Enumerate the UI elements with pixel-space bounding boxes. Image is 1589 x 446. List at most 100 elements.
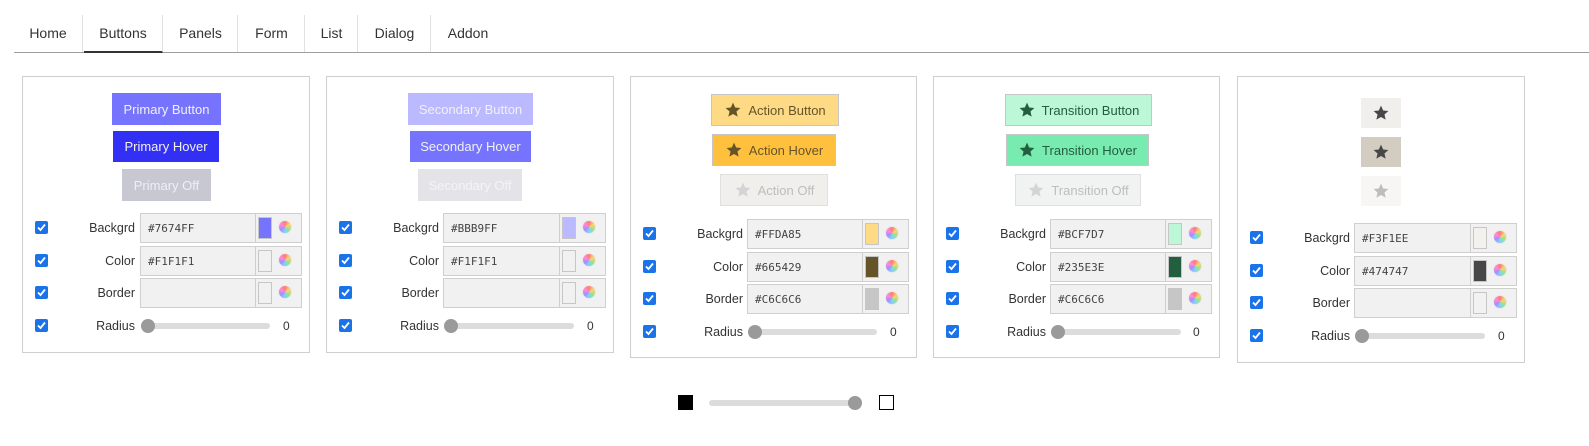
size-slider-knob[interactable] <box>848 396 862 410</box>
border-checkbox[interactable] <box>643 292 656 305</box>
background-field[interactable]: #FFDA85 <box>747 219 909 249</box>
primary-off-button[interactable]: Primary Off <box>122 169 211 201</box>
border-checkbox[interactable] <box>946 292 959 305</box>
radius-slider[interactable] <box>751 329 877 335</box>
primary-button[interactable]: Primary Button <box>112 93 221 125</box>
background-checkbox[interactable] <box>339 221 352 234</box>
background-label: Backgrd <box>1000 227 1046 241</box>
color-checkbox[interactable] <box>35 254 48 267</box>
icon-hover-button[interactable] <box>1361 137 1401 167</box>
radius-checkbox[interactable] <box>1250 329 1263 342</box>
color-picker-icon[interactable] <box>582 253 596 267</box>
action-off-button[interactable]: Action Off <box>720 174 828 206</box>
radius-slider[interactable] <box>1054 329 1181 335</box>
radius-checkbox[interactable] <box>946 325 959 338</box>
color-picker-icon[interactable] <box>582 285 596 299</box>
background-field[interactable]: #BBB9FF <box>443 213 606 243</box>
radius-slider[interactable] <box>1358 333 1485 339</box>
background-row: Backgrd #FFDA85 <box>631 219 916 249</box>
color-checkbox[interactable] <box>946 260 959 273</box>
radius-checkbox[interactable] <box>643 325 656 338</box>
border-swatch <box>1168 288 1182 310</box>
color-picker-icon[interactable] <box>1188 226 1202 240</box>
color-field[interactable]: #F1F1F1 <box>443 246 606 276</box>
border-field[interactable] <box>140 278 302 308</box>
color-picker-icon[interactable] <box>278 220 292 234</box>
star-icon <box>1019 142 1035 157</box>
background-checkbox[interactable] <box>1250 231 1263 244</box>
primary-hover-button[interactable]: Primary Hover <box>113 131 219 162</box>
tab-panels[interactable]: Panels <box>164 15 238 52</box>
color-checkbox[interactable] <box>339 254 352 267</box>
action-button[interactable]: Action Button <box>711 94 839 126</box>
radius-label: Radius <box>704 325 743 339</box>
small-square-icon[interactable] <box>678 395 693 410</box>
radius-slider-knob[interactable] <box>141 319 155 333</box>
radius-checkbox[interactable] <box>339 319 352 332</box>
background-row: Backgrd #7674FF <box>23 213 309 243</box>
color-picker-icon[interactable] <box>582 220 596 234</box>
tab-dialog[interactable]: Dialog <box>359 15 431 52</box>
color-field[interactable]: #F1F1F1 <box>140 246 302 276</box>
transition-off-button[interactable]: Transition Off <box>1015 174 1141 206</box>
size-slider[interactable] <box>709 400 859 406</box>
action-hover-button[interactable]: Action Hover <box>712 134 836 166</box>
star-icon <box>1019 102 1035 117</box>
radius-slider[interactable] <box>143 323 270 329</box>
background-field[interactable]: #7674FF <box>140 213 302 243</box>
background-checkbox[interactable] <box>643 227 656 240</box>
color-field[interactable]: #235E3E <box>1050 252 1212 282</box>
color-picker-icon[interactable] <box>1493 295 1507 309</box>
large-square-icon[interactable] <box>879 395 894 410</box>
star-icon <box>1373 144 1389 159</box>
secondary-hover-button[interactable]: Secondary Hover <box>410 131 531 162</box>
tab-form[interactable]: Form <box>239 15 305 52</box>
background-checkbox[interactable] <box>35 221 48 234</box>
color-picker-icon[interactable] <box>1188 291 1202 305</box>
color-checkbox[interactable] <box>1250 264 1263 277</box>
color-picker-icon[interactable] <box>278 285 292 299</box>
tab-addon[interactable]: Addon <box>432 15 504 52</box>
border-field[interactable] <box>443 278 606 308</box>
color-checkbox[interactable] <box>643 260 656 273</box>
radius-slider-knob[interactable] <box>1051 325 1065 339</box>
color-picker-icon[interactable] <box>278 253 292 267</box>
color-field[interactable]: #665429 <box>747 252 909 282</box>
color-field[interactable]: #474747 <box>1354 256 1517 286</box>
background-label: Backgrd <box>393 221 439 235</box>
radius-slider-knob[interactable] <box>748 325 762 339</box>
secondary-off-button[interactable]: Secondary Off <box>418 169 522 201</box>
border-field[interactable]: #C6C6C6 <box>747 284 909 314</box>
background-swatch <box>258 217 272 239</box>
background-swatch <box>1168 223 1182 245</box>
radius-label: Radius <box>1311 329 1350 343</box>
color-picker-icon[interactable] <box>885 291 899 305</box>
transition-button[interactable]: Transition Button <box>1005 94 1152 126</box>
color-picker-icon[interactable] <box>1493 263 1507 277</box>
tab-list[interactable]: List <box>306 15 358 52</box>
radius-slider-knob[interactable] <box>444 319 458 333</box>
icon-off-button[interactable] <box>1361 176 1401 206</box>
color-picker-icon[interactable] <box>1188 259 1202 273</box>
radius-slider-knob[interactable] <box>1355 329 1369 343</box>
radius-slider[interactable] <box>446 323 574 329</box>
background-field[interactable]: #BCF7D7 <box>1050 219 1212 249</box>
background-field[interactable]: #F3F1EE <box>1354 223 1517 253</box>
color-picker-icon[interactable] <box>1493 230 1507 244</box>
icon-button[interactable] <box>1361 98 1401 128</box>
border-field[interactable]: #C6C6C6 <box>1050 284 1212 314</box>
action-hover-label: Action Hover <box>748 142 824 158</box>
background-checkbox[interactable] <box>946 227 959 240</box>
border-checkbox[interactable] <box>1250 296 1263 309</box>
border-field[interactable] <box>1354 288 1517 318</box>
border-checkbox[interactable] <box>35 286 48 299</box>
radius-checkbox[interactable] <box>35 319 48 332</box>
color-picker-icon[interactable] <box>885 259 899 273</box>
tab-home[interactable]: Home <box>14 15 83 52</box>
radius-value: 0 <box>890 325 897 339</box>
border-checkbox[interactable] <box>339 286 352 299</box>
transition-hover-button[interactable]: Transition Hover <box>1006 134 1149 166</box>
secondary-button[interactable]: Secondary Button <box>408 93 533 125</box>
color-picker-icon[interactable] <box>885 226 899 240</box>
tab-buttons[interactable]: Buttons <box>84 15 163 53</box>
